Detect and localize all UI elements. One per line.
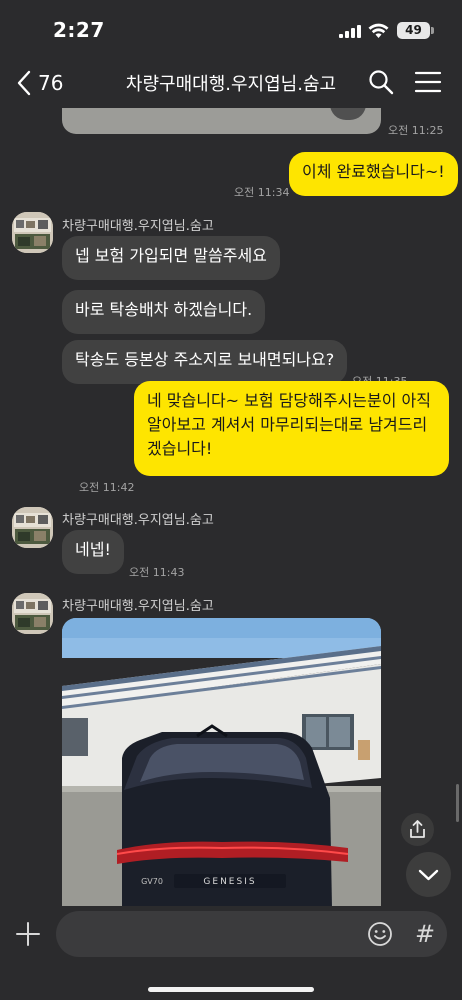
avatar-image <box>12 593 53 634</box>
message-time: 오전 11:34 <box>234 186 290 199</box>
avatar[interactable] <box>12 212 53 253</box>
outgoing-message[interactable]: 이체 완료했습니다~! <box>289 152 458 196</box>
message-time: 오전 11:25 <box>388 124 444 137</box>
share-button[interactable] <box>401 813 434 846</box>
menu-icon[interactable] <box>413 69 443 95</box>
incoming-message[interactable]: 넵 보험 가입되면 말씀주세요 <box>62 236 280 280</box>
back-chevron-icon <box>17 70 31 96</box>
chevron-down-icon <box>418 869 439 881</box>
chat-messages[interactable]: 오전 11:25 이체 완료했습니다~! 오전 11:34 차량구매대행.우지엽… <box>0 108 462 906</box>
avatar-image <box>12 212 53 253</box>
battery-indicator: 49 <box>397 22 430 39</box>
message-time: 오전 11:43 <box>129 566 185 579</box>
hash-icon[interactable]: # <box>412 919 438 949</box>
avatar[interactable] <box>12 507 53 548</box>
car-photo-message[interactable]: GENESIS GV70 <box>62 618 381 906</box>
car-emblem-text: GENESIS <box>203 877 256 887</box>
share-icon <box>410 820 425 838</box>
wifi-icon <box>368 23 389 38</box>
unread-count: 76 <box>38 71 64 95</box>
plus-icon[interactable] <box>15 921 41 947</box>
avatar-image <box>12 507 53 548</box>
chat-title: 차량구매대행.우지엽님.숨고 <box>125 74 337 95</box>
message-input-container[interactable]: # <box>56 911 447 957</box>
scroll-to-bottom-button[interactable] <box>406 852 451 897</box>
status-bar: 2:27 49 <box>0 0 462 58</box>
status-time: 2:27 <box>53 18 105 42</box>
outgoing-message[interactable]: 네 맞습니다~ 보험 담당해주시는분이 아직 알아보고 계셔서 마무리되는대로 … <box>134 381 449 476</box>
cellular-signal-icon <box>339 25 361 38</box>
sender-name: 차량구매대행.우지엽님.숨고 <box>62 513 214 528</box>
battery-tip <box>431 27 434 34</box>
message-input-bar: # <box>0 906 462 1000</box>
chat-header: 76 차량구매대행.우지엽님.숨고 <box>0 58 462 108</box>
sender-name: 차량구매대행.우지엽님.숨고 <box>62 599 214 614</box>
back-button[interactable]: 76 <box>16 68 63 98</box>
sender-name: 차량구매대행.우지엽님.숨고 <box>62 219 214 234</box>
avatar[interactable] <box>12 593 53 634</box>
message-input[interactable] <box>68 911 358 957</box>
emoji-icon[interactable] <box>367 921 393 947</box>
home-indicator <box>148 987 314 992</box>
incoming-message[interactable]: 네넵! <box>62 530 124 574</box>
message-time: 오전 11:42 <box>79 481 135 494</box>
search-icon[interactable] <box>367 68 395 96</box>
scrollbar[interactable] <box>456 784 459 822</box>
car-photo-image: GENESIS GV70 <box>62 618 381 906</box>
incoming-message[interactable]: 탁송도 등본상 주소지로 보내면되나요? <box>62 340 348 384</box>
incoming-message[interactable]: 바로 탁송배차 하겠습니다. <box>62 290 266 334</box>
car-badge-text: GV70 <box>141 877 163 886</box>
